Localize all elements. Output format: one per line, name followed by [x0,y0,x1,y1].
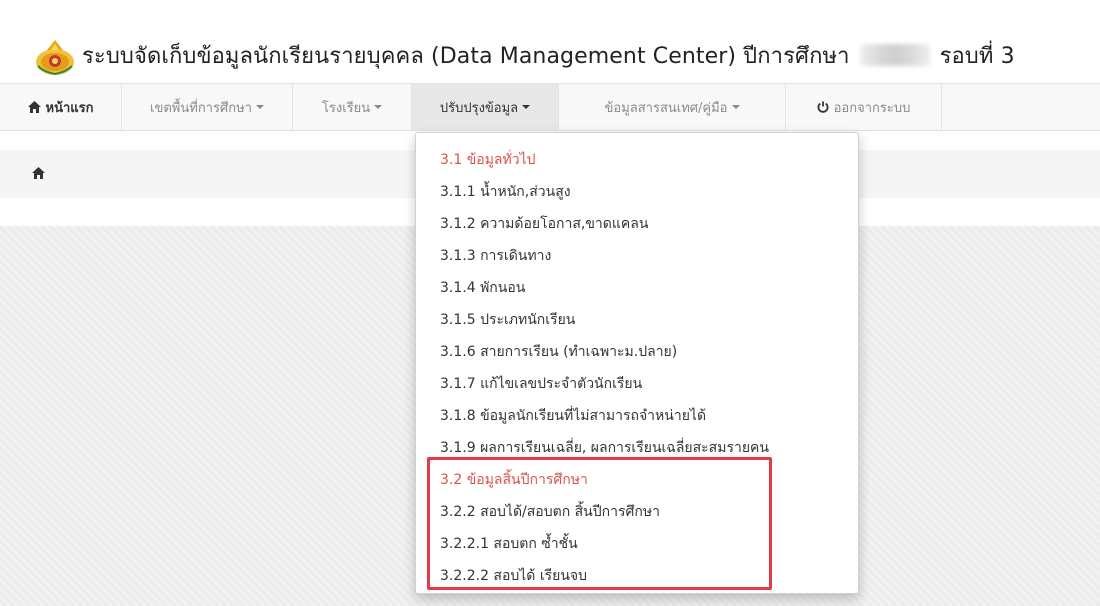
nav-home[interactable]: หน้าแรก [0,84,122,130]
menu-item-pass-fail-year-end[interactable]: 3.2.2 สอบได้/สอบตก สิ้นปีการศึกษา [440,501,660,523]
blurred-year [859,44,930,66]
nav-education-area[interactable]: เขตพื้นที่การศึกษา [122,84,293,130]
site-header: ระบบจัดเก็บข้อมูลนักเรียนรายบุคคล (Data … [0,0,1100,80]
menu-item-disadvantaged[interactable]: 3.1.2 ความด้อยโอกาส,ขาดแคลน [440,213,648,235]
nav-info-manual[interactable]: ข้อมูลสารสนเทศ/คู่มือ [559,84,786,130]
menu-item-study-track[interactable]: 3.1.6 สายการเรียน (ทำเฉพาะม.ปลาย) [440,341,677,363]
nav-school-label: โรงเรียน [321,100,371,116]
title-round: รอบที่ 3 [939,44,1015,69]
breadcrumb-home-icon[interactable] [32,164,45,183]
menu-item-travel[interactable]: 3.1.3 การเดินทาง [440,245,551,267]
menu-item-edit-student-id[interactable]: 3.1.7 แก้ไขเลขประจำตัวนักเรียน [440,373,642,395]
main-navbar: หน้าแรก เขตพื้นที่การศึกษา โรงเรียน ปรับ… [0,83,1100,131]
menu-item-boarding[interactable]: 3.1.4 พักนอน [440,277,525,299]
menu-item-gpa[interactable]: 3.1.9 ผลการเรียนเฉลี่ย, ผลการเรียนเฉลี่ย… [440,437,769,459]
caret-down-icon [522,105,531,109]
menu-item-failed-repeat[interactable]: 3.2.2.1 สอบตก ซ้ำชั้น [440,533,578,555]
menu-header-year-end[interactable]: 3.2 ข้อมูลสิ้นปีการศึกษา [440,469,588,491]
power-icon [817,101,829,113]
caret-down-icon [374,105,383,109]
page-title: ระบบจัดเก็บข้อมูลนักเรียนรายบุคคล (Data … [82,38,1015,73]
nav-home-label: หน้าแรก [45,100,94,116]
menu-header-general[interactable]: 3.1 ข้อมูลทั่วไป [440,149,536,171]
nav-school[interactable]: โรงเรียน [293,84,412,130]
nav-logout-label: ออกจากระบบ [833,100,911,116]
home-icon [27,101,41,113]
menu-item-weight-height[interactable]: 3.1.1 น้ำหนัก,ส่วนสูง [440,181,571,203]
update-data-dropdown: 3.1 ข้อมูลทั่วไป 3.1.1 น้ำหนัก,ส่วนสูง 3… [415,132,859,594]
nav-update-data-label: ปรับปรุงข้อมูล [439,100,519,116]
menu-item-passed-graduate[interactable]: 3.2.2.2 สอบได้ เรียนจบ [440,565,587,587]
caret-down-icon [255,105,264,109]
nav-update-data[interactable]: ปรับปรุงข้อมูล [412,84,559,130]
title-main: ระบบจัดเก็บข้อมูลนักเรียนรายบุคคล (Data … [82,44,850,69]
ministry-logo-icon [36,40,74,76]
nav-education-area-label: เขตพื้นที่การศึกษา [150,100,252,116]
nav-info-manual-label: ข้อมูลสารสนเทศ/คู่มือ [604,100,728,116]
caret-down-icon [731,105,740,109]
menu-item-non-dischargeable[interactable]: 3.1.8 ข้อมูลนักเรียนที่ไม่สามารถจำหน่ายไ… [440,405,706,427]
menu-item-student-type[interactable]: 3.1.5 ประเภทนักเรียน [440,309,575,331]
nav-logout[interactable]: ออกจากระบบ [786,84,942,130]
